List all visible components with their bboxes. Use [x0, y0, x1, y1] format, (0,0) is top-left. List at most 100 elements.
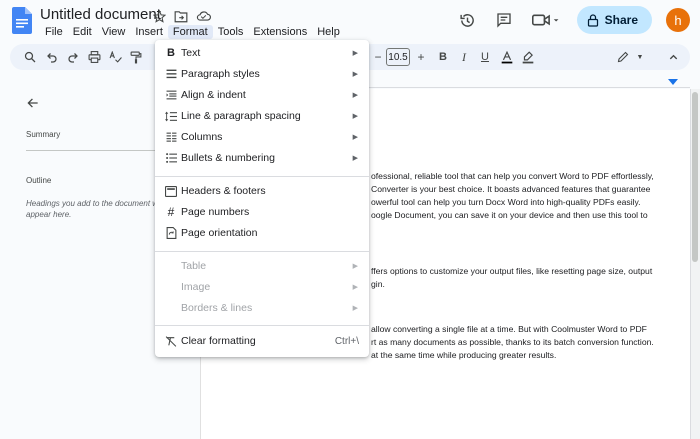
menu-item-label: Clear formatting	[181, 335, 256, 347]
star-icon[interactable]	[151, 8, 167, 24]
doc-line: oogle Document, you can save it on your …	[371, 210, 648, 220]
text-color-icon[interactable]	[499, 49, 515, 65]
align-indent-icon	[164, 88, 178, 102]
submenu-arrow-icon: ▶	[352, 263, 358, 270]
submenu-arrow-icon: ▶	[352, 155, 358, 162]
hide-menus-chevron-icon[interactable]	[665, 49, 681, 65]
underline-icon[interactable]: U	[477, 49, 493, 65]
bold-icon: B	[167, 47, 175, 59]
menu-help[interactable]: Help	[312, 25, 345, 39]
format-menu-align-indent[interactable]: Align & indent ▶	[155, 85, 369, 105]
submenu-arrow-icon: ▶	[352, 71, 358, 78]
clear-formatting-icon	[164, 334, 178, 348]
format-menu: B Text ▶ Paragraph styles ▶ Align & inde…	[155, 40, 369, 357]
hash-icon: #	[167, 205, 175, 219]
document-title[interactable]: Untitled document	[40, 6, 161, 23]
menu-bar: File Edit View Insert Format Tools Exten…	[40, 25, 345, 39]
comments-icon[interactable]	[493, 9, 515, 31]
menu-format[interactable]: Format	[167, 25, 213, 39]
cloud-status-icon[interactable]	[195, 8, 211, 24]
menu-item-label: Line & paragraph spacing	[181, 110, 301, 122]
format-menu-image[interactable]: Image ▶	[155, 277, 369, 297]
lock-icon	[587, 13, 598, 27]
menu-separator	[155, 176, 369, 177]
doc-line: gin.	[371, 279, 385, 289]
menu-item-label: Columns	[181, 131, 223, 143]
italic-icon[interactable]: I	[456, 49, 472, 65]
menu-item-label: Align & indent	[181, 89, 246, 101]
highlight-icon[interactable]	[520, 49, 536, 65]
line-spacing-icon	[164, 109, 178, 123]
submenu-arrow-icon: ▶	[352, 305, 358, 312]
share-label: Share	[604, 13, 638, 27]
docs-logo-icon[interactable]	[12, 7, 32, 34]
menu-item-label: Page orientation	[181, 227, 258, 239]
doc-line: ofessional, reliable tool that can help …	[371, 171, 654, 181]
format-menu-page-orientation[interactable]: Page orientation	[155, 223, 369, 243]
search-icon[interactable]	[22, 49, 38, 65]
bullets-icon	[164, 151, 178, 165]
undo-icon[interactable]	[44, 49, 60, 65]
doc-line: allow converting a single file at a time…	[371, 324, 647, 334]
menu-view[interactable]: View	[97, 25, 131, 39]
outline-label: Outline	[26, 176, 52, 185]
format-menu-page-numbers[interactable]: # Page numbers	[155, 202, 369, 222]
menu-item-label: Borders & lines	[181, 302, 253, 314]
menu-separator	[155, 251, 369, 252]
font-size-input[interactable]: 10.5	[386, 48, 410, 66]
submenu-arrow-icon: ▶	[352, 284, 358, 291]
format-menu-borders-lines[interactable]: Borders & lines ▶	[155, 298, 369, 318]
columns-icon	[164, 130, 178, 144]
avatar[interactable]: h	[666, 8, 690, 32]
paint-format-icon[interactable]	[128, 49, 144, 65]
format-menu-line-spacing[interactable]: Line & paragraph spacing ▶	[155, 106, 369, 126]
format-menu-bullets-numbering[interactable]: Bullets & numbering ▶	[155, 148, 369, 168]
menu-item-label: Table	[181, 260, 207, 272]
format-menu-table[interactable]: Table ▶	[155, 256, 369, 276]
format-menu-paragraph-styles[interactable]: Paragraph styles ▶	[155, 64, 369, 84]
menu-item-label: Text	[181, 47, 201, 59]
page-orientation-icon	[164, 226, 178, 240]
increase-font-size-icon[interactable]: +	[413, 49, 429, 65]
editing-mode-pencil-icon[interactable]	[615, 49, 631, 65]
shortcut-label: Ctrl+\	[334, 335, 359, 347]
format-menu-columns[interactable]: Columns ▶	[155, 127, 369, 147]
format-menu-text[interactable]: B Text ▶	[155, 43, 369, 63]
menu-item-label: Page numbers	[181, 206, 250, 218]
submenu-arrow-icon: ▶	[352, 134, 358, 141]
headers-footers-icon	[164, 184, 178, 198]
menu-item-label: Headers & footers	[181, 185, 266, 197]
menu-item-label: Bullets & numbering	[181, 152, 275, 164]
menu-file[interactable]: File	[40, 25, 68, 39]
spellcheck-icon[interactable]	[107, 49, 123, 65]
doc-line: ffers options to customize your output f…	[371, 266, 653, 276]
history-icon[interactable]	[457, 9, 479, 31]
doc-line: Converter is your best choice. It boasts…	[371, 184, 651, 194]
right-indent-marker[interactable]	[668, 79, 678, 85]
bold-icon[interactable]: B	[435, 49, 451, 65]
doc-line: owerful tool can help you turn Docx Word…	[371, 197, 641, 207]
back-arrow-icon[interactable]	[26, 96, 40, 115]
redo-icon[interactable]	[65, 49, 81, 65]
format-menu-headers-footers[interactable]: Headers & footers	[155, 181, 369, 201]
share-button[interactable]: Share	[576, 6, 652, 34]
menu-extensions[interactable]: Extensions	[248, 25, 312, 39]
menu-edit[interactable]: Edit	[68, 25, 97, 39]
doc-line: at the same time while producing greater…	[371, 350, 557, 360]
top-bar: Untitled document File Edit View Insert …	[0, 0, 700, 42]
summary-label: Summary	[26, 130, 61, 139]
decrease-font-size-icon[interactable]: −	[370, 49, 386, 65]
submenu-arrow-icon: ▶	[352, 92, 358, 99]
menu-tools[interactable]: Tools	[213, 25, 249, 39]
print-icon[interactable]	[86, 49, 102, 65]
doc-line: rt as many documents as possible, thanks…	[371, 337, 654, 347]
meet-video-icon[interactable]	[529, 9, 563, 31]
submenu-arrow-icon: ▶	[352, 113, 358, 120]
scrollbar-thumb[interactable]	[692, 92, 698, 262]
menu-insert[interactable]: Insert	[130, 25, 168, 39]
format-menu-clear-formatting[interactable]: Clear formatting Ctrl+\	[155, 331, 369, 351]
menu-item-label: Image	[181, 281, 211, 293]
submenu-arrow-icon: ▶	[352, 50, 358, 57]
move-folder-icon[interactable]	[173, 8, 189, 24]
editing-mode-dropdown-icon[interactable]: ▼	[632, 49, 648, 65]
